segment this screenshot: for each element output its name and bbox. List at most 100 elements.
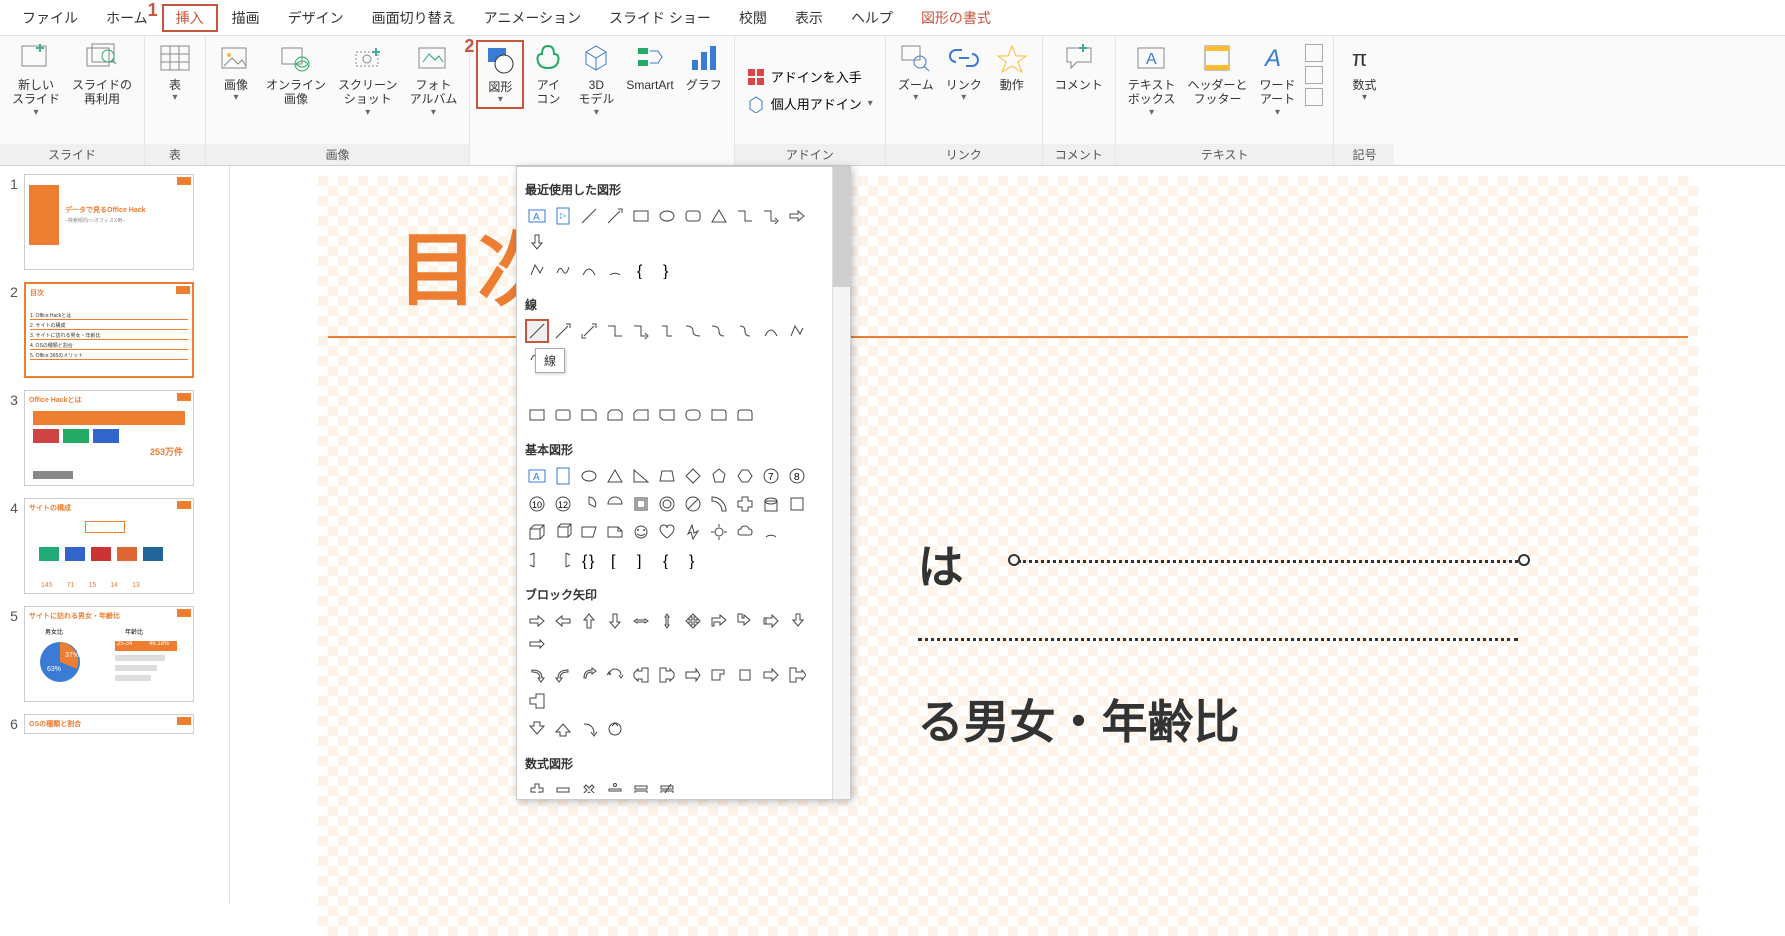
- models3d-button[interactable]: 3D モデル ▾: [572, 40, 620, 120]
- thumbnail-slide-4[interactable]: 4 サイトの構成 145 71 15 14 13: [4, 498, 225, 594]
- shape-b24[interactable]: [551, 520, 575, 544]
- shape-ar22[interactable]: [759, 663, 783, 687]
- shape-eq-minus[interactable]: [551, 778, 575, 793]
- menu-slideshow[interactable]: スライド ショー: [595, 4, 725, 32]
- thumbnail-slide-2[interactable]: 2 目次 1. Office Hackとは 2. サイトの構成 3. サイトに訪…: [4, 282, 225, 378]
- shape-ar18[interactable]: [655, 663, 679, 687]
- shape-ar17[interactable]: [629, 663, 653, 687]
- shape-ar21[interactable]: [733, 663, 757, 687]
- shape-arrow-line[interactable]: [603, 204, 627, 228]
- shape-b19[interactable]: [707, 492, 731, 516]
- shape-down-arrow[interactable]: [525, 230, 549, 254]
- shape-b37[interactable]: ]: [629, 548, 653, 572]
- shape-ar3[interactable]: [577, 609, 601, 633]
- shape-ar4[interactable]: [603, 609, 627, 633]
- shape-brace-r[interactable]: }: [655, 258, 679, 282]
- shape-connector-elbow-2arrow[interactable]: [655, 319, 679, 343]
- shape-ar11[interactable]: [785, 609, 809, 633]
- menu-review[interactable]: 校閲: [725, 4, 781, 32]
- shape-rect1[interactable]: [525, 403, 549, 427]
- image-button[interactable]: 画像 ▾: [212, 40, 260, 105]
- shape-line-double-arrow[interactable]: [577, 319, 601, 343]
- shape-connector-curve[interactable]: [681, 319, 705, 343]
- shape-eq-div[interactable]: [603, 778, 627, 793]
- shape-scribble[interactable]: [551, 258, 575, 282]
- menu-help[interactable]: ヘルプ: [837, 4, 907, 32]
- shape-rect6[interactable]: [655, 403, 679, 427]
- shape-b15[interactable]: [603, 492, 627, 516]
- shape-ar7[interactable]: [681, 609, 705, 633]
- shape-b32[interactable]: [759, 520, 783, 544]
- shape-b16[interactable]: [629, 492, 653, 516]
- shape-b18[interactable]: [681, 492, 705, 516]
- get-addin-button[interactable]: アドインを入手: [747, 67, 862, 86]
- menu-design[interactable]: デザイン: [274, 4, 358, 32]
- wordart-button[interactable]: A ワード アート ▾: [1253, 40, 1301, 120]
- shape-b39[interactable]: }: [681, 548, 705, 572]
- shape-b28[interactable]: [655, 520, 679, 544]
- shape-b25[interactable]: [577, 520, 601, 544]
- shape-oval[interactable]: [655, 204, 679, 228]
- shape-ar12[interactable]: [525, 635, 549, 659]
- shape-b38[interactable]: {: [655, 548, 679, 572]
- shape-textbox[interactable]: A: [525, 204, 549, 228]
- thumbnail-panel[interactable]: 1 データで見るOffice Hack−検索傾向□□オフィスX用− 2 目次 1…: [0, 166, 230, 903]
- shape-b33[interactable]: [525, 548, 549, 572]
- online-image-button[interactable]: オンライン 画像: [260, 40, 332, 109]
- shape-rect8[interactable]: [707, 403, 731, 427]
- shape-freeform[interactable]: [525, 258, 549, 282]
- thumbnail-slide-1[interactable]: 1 データで見るOffice Hack−検索傾向□□オフィスX用−: [4, 174, 225, 270]
- shape-b6[interactable]: [655, 464, 679, 488]
- shape-b9[interactable]: [733, 464, 757, 488]
- link-button[interactable]: リンク ▾: [940, 40, 988, 105]
- shape-connector-curve-arrow[interactable]: [707, 319, 731, 343]
- shape-brace-l[interactable]: {: [629, 258, 653, 282]
- shape-connector-elbow[interactable]: [603, 319, 627, 343]
- shape-freeform-open[interactable]: [785, 319, 809, 343]
- zoom-button[interactable]: ズーム ▾: [892, 40, 940, 105]
- shape-ar19[interactable]: [681, 663, 705, 687]
- shape-rect3[interactable]: [577, 403, 601, 427]
- shape-b31[interactable]: [733, 520, 757, 544]
- shape-b14[interactable]: [577, 492, 601, 516]
- shape-b11[interactable]: 8: [785, 464, 809, 488]
- menu-transition[interactable]: 画面切り替え: [358, 4, 470, 32]
- shape-eq-equal[interactable]: [629, 778, 653, 793]
- slide-editor[interactable]: 目次 1 は 2 3 る男女・年齢比: [230, 166, 1785, 903]
- chart-button[interactable]: グラフ: [680, 40, 728, 94]
- shape-b29[interactable]: [681, 520, 705, 544]
- shape-curve-open[interactable]: [759, 319, 783, 343]
- reuse-slide-button[interactable]: スライドの 再利用: [66, 40, 138, 109]
- shape-ar27[interactable]: [577, 717, 601, 741]
- shape-textbox-v[interactable]: ▷: [551, 204, 575, 228]
- shape-b3[interactable]: [577, 464, 601, 488]
- shape-rounded-rect[interactable]: [681, 204, 705, 228]
- shape-b1[interactable]: A: [525, 464, 549, 488]
- shape-ar13[interactable]: [525, 663, 549, 687]
- shape-ar1[interactable]: [525, 609, 549, 633]
- shape-b23[interactable]: [525, 520, 549, 544]
- icons-button[interactable]: アイ コン: [524, 40, 572, 109]
- shape-ar15[interactable]: [577, 663, 601, 687]
- shape-ar6[interactable]: [655, 609, 679, 633]
- shape-ar20[interactable]: [707, 663, 731, 687]
- shape-connector-elbow-arrow[interactable]: [629, 319, 653, 343]
- shape-b30[interactable]: [707, 520, 731, 544]
- textbox-button[interactable]: A テキスト ボックス ▾: [1122, 40, 1182, 120]
- shape-b27[interactable]: [629, 520, 653, 544]
- shape-rect7[interactable]: [681, 403, 705, 427]
- thumbnail-slide-6[interactable]: 6 OSの種類と割合: [4, 714, 225, 734]
- menu-file[interactable]: ファイル: [8, 4, 92, 32]
- shape-rect5[interactable]: [629, 403, 653, 427]
- comment-button[interactable]: コメント: [1049, 40, 1109, 94]
- shape-ar5[interactable]: [629, 609, 653, 633]
- shape-b35[interactable]: {}: [577, 548, 601, 572]
- shape-b26[interactable]: [603, 520, 627, 544]
- shape-rect[interactable]: [629, 204, 653, 228]
- shape-rect2[interactable]: [551, 403, 575, 427]
- shape-connector-curve-2arrow[interactable]: [733, 319, 757, 343]
- shape-ar14[interactable]: [551, 663, 575, 687]
- shape-ar25[interactable]: [525, 717, 549, 741]
- shape-ar2[interactable]: [551, 609, 575, 633]
- table-button[interactable]: 表 ▾: [151, 40, 199, 105]
